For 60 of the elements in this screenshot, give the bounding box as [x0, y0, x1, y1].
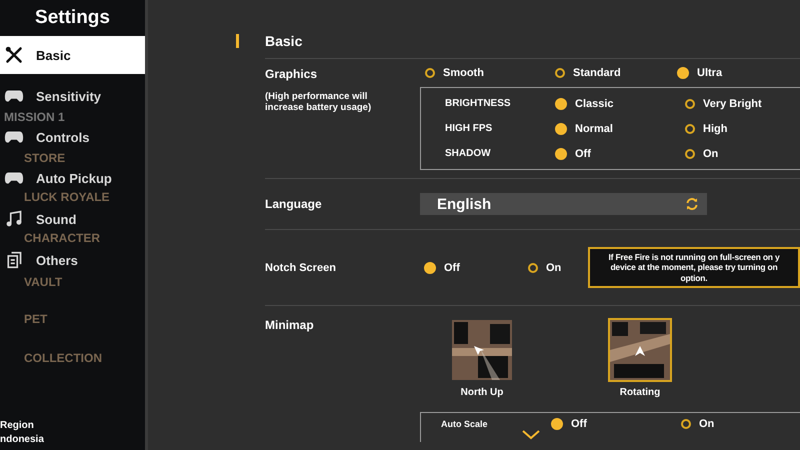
- option-label: Ultra: [697, 67, 722, 79]
- minimap-label: Minimap: [265, 318, 315, 334]
- sidebar-item[interactable]: Controls: [0, 128, 145, 146]
- sidebar-item[interactable]: Auto Pickup: [0, 169, 145, 187]
- backdrop-label: MISSION 1: [4, 110, 65, 124]
- setting-label: BRIGHTNESS: [445, 98, 512, 109]
- option-label: On: [546, 262, 562, 274]
- graphics-note: (High performance will increase battery usage): [265, 91, 372, 114]
- radio-button[interactable]: [685, 148, 695, 158]
- option-label: Off: [444, 262, 460, 274]
- sidebar-item[interactable]: Sound: [0, 210, 145, 228]
- radio-button[interactable]: [681, 419, 691, 429]
- sidebar-item[interactable]: Sensitivity: [0, 87, 145, 105]
- settings-title: Settings: [35, 7, 110, 29]
- radio-button[interactable]: [555, 122, 567, 134]
- option-label: On: [699, 418, 714, 430]
- option-label: Off: [571, 418, 587, 430]
- language-field[interactable]: English: [420, 193, 707, 215]
- chevron-down-icon[interactable]: [522, 430, 540, 440]
- tooltip: If Free Fire is not running on full-screen on y device at the moment, please try turning on option.: [588, 246, 800, 288]
- radio-button[interactable]: [528, 262, 538, 272]
- minimap-option[interactable]: North Up: [420, 318, 544, 398]
- backdrop-label: STORE: [24, 151, 66, 165]
- option-label: High: [703, 122, 728, 134]
- radio-button[interactable]: [685, 98, 695, 108]
- radio-button[interactable]: [551, 418, 563, 430]
- section-title: Basic: [265, 33, 302, 49]
- notch-screen-label: Notch Screen: [265, 262, 337, 274]
- setting-label: HIGH FPS: [445, 123, 494, 134]
- option-label: Off: [575, 148, 591, 160]
- option-label: Smooth: [443, 67, 484, 79]
- region-value: ndonesia: [0, 434, 45, 445]
- radio-button[interactable]: [555, 148, 567, 160]
- radio-button[interactable]: [425, 68, 435, 78]
- backdrop-label: LUCK ROYALE: [24, 190, 110, 204]
- backdrop-label: CHARACTER: [24, 231, 100, 245]
- language-label: Language: [265, 197, 323, 211]
- radio-button[interactable]: [677, 67, 689, 79]
- radio-button[interactable]: [685, 124, 695, 134]
- minimap-option[interactable]: Rotating: [578, 318, 702, 398]
- graphics-label: Graphics: [265, 67, 318, 81]
- backdrop-label: COLLECTION: [24, 351, 102, 365]
- option-label: Classic: [575, 98, 614, 110]
- radio-button[interactable]: [555, 68, 565, 78]
- backdrop-label: VAULT: [24, 275, 62, 289]
- refresh-icon[interactable]: [685, 197, 699, 211]
- option-label: Standard: [573, 67, 621, 79]
- setting-label: SHADOW: [445, 148, 492, 159]
- sidebar-item[interactable]: Basic: [0, 36, 145, 74]
- sidebar-item[interactable]: Others: [0, 251, 145, 269]
- tools-icon: [4, 46, 24, 64]
- setting-label: Auto Scale: [441, 419, 489, 429]
- option-label: On: [703, 148, 718, 160]
- backdrop-label: PET: [24, 312, 48, 326]
- radio-button[interactable]: [555, 98, 567, 110]
- option-label: Normal: [575, 122, 613, 134]
- option-label: Very Bright: [703, 98, 762, 110]
- region-label: Region: [0, 420, 35, 431]
- radio-button[interactable]: [424, 262, 436, 274]
- music-note-icon: [4, 210, 24, 228]
